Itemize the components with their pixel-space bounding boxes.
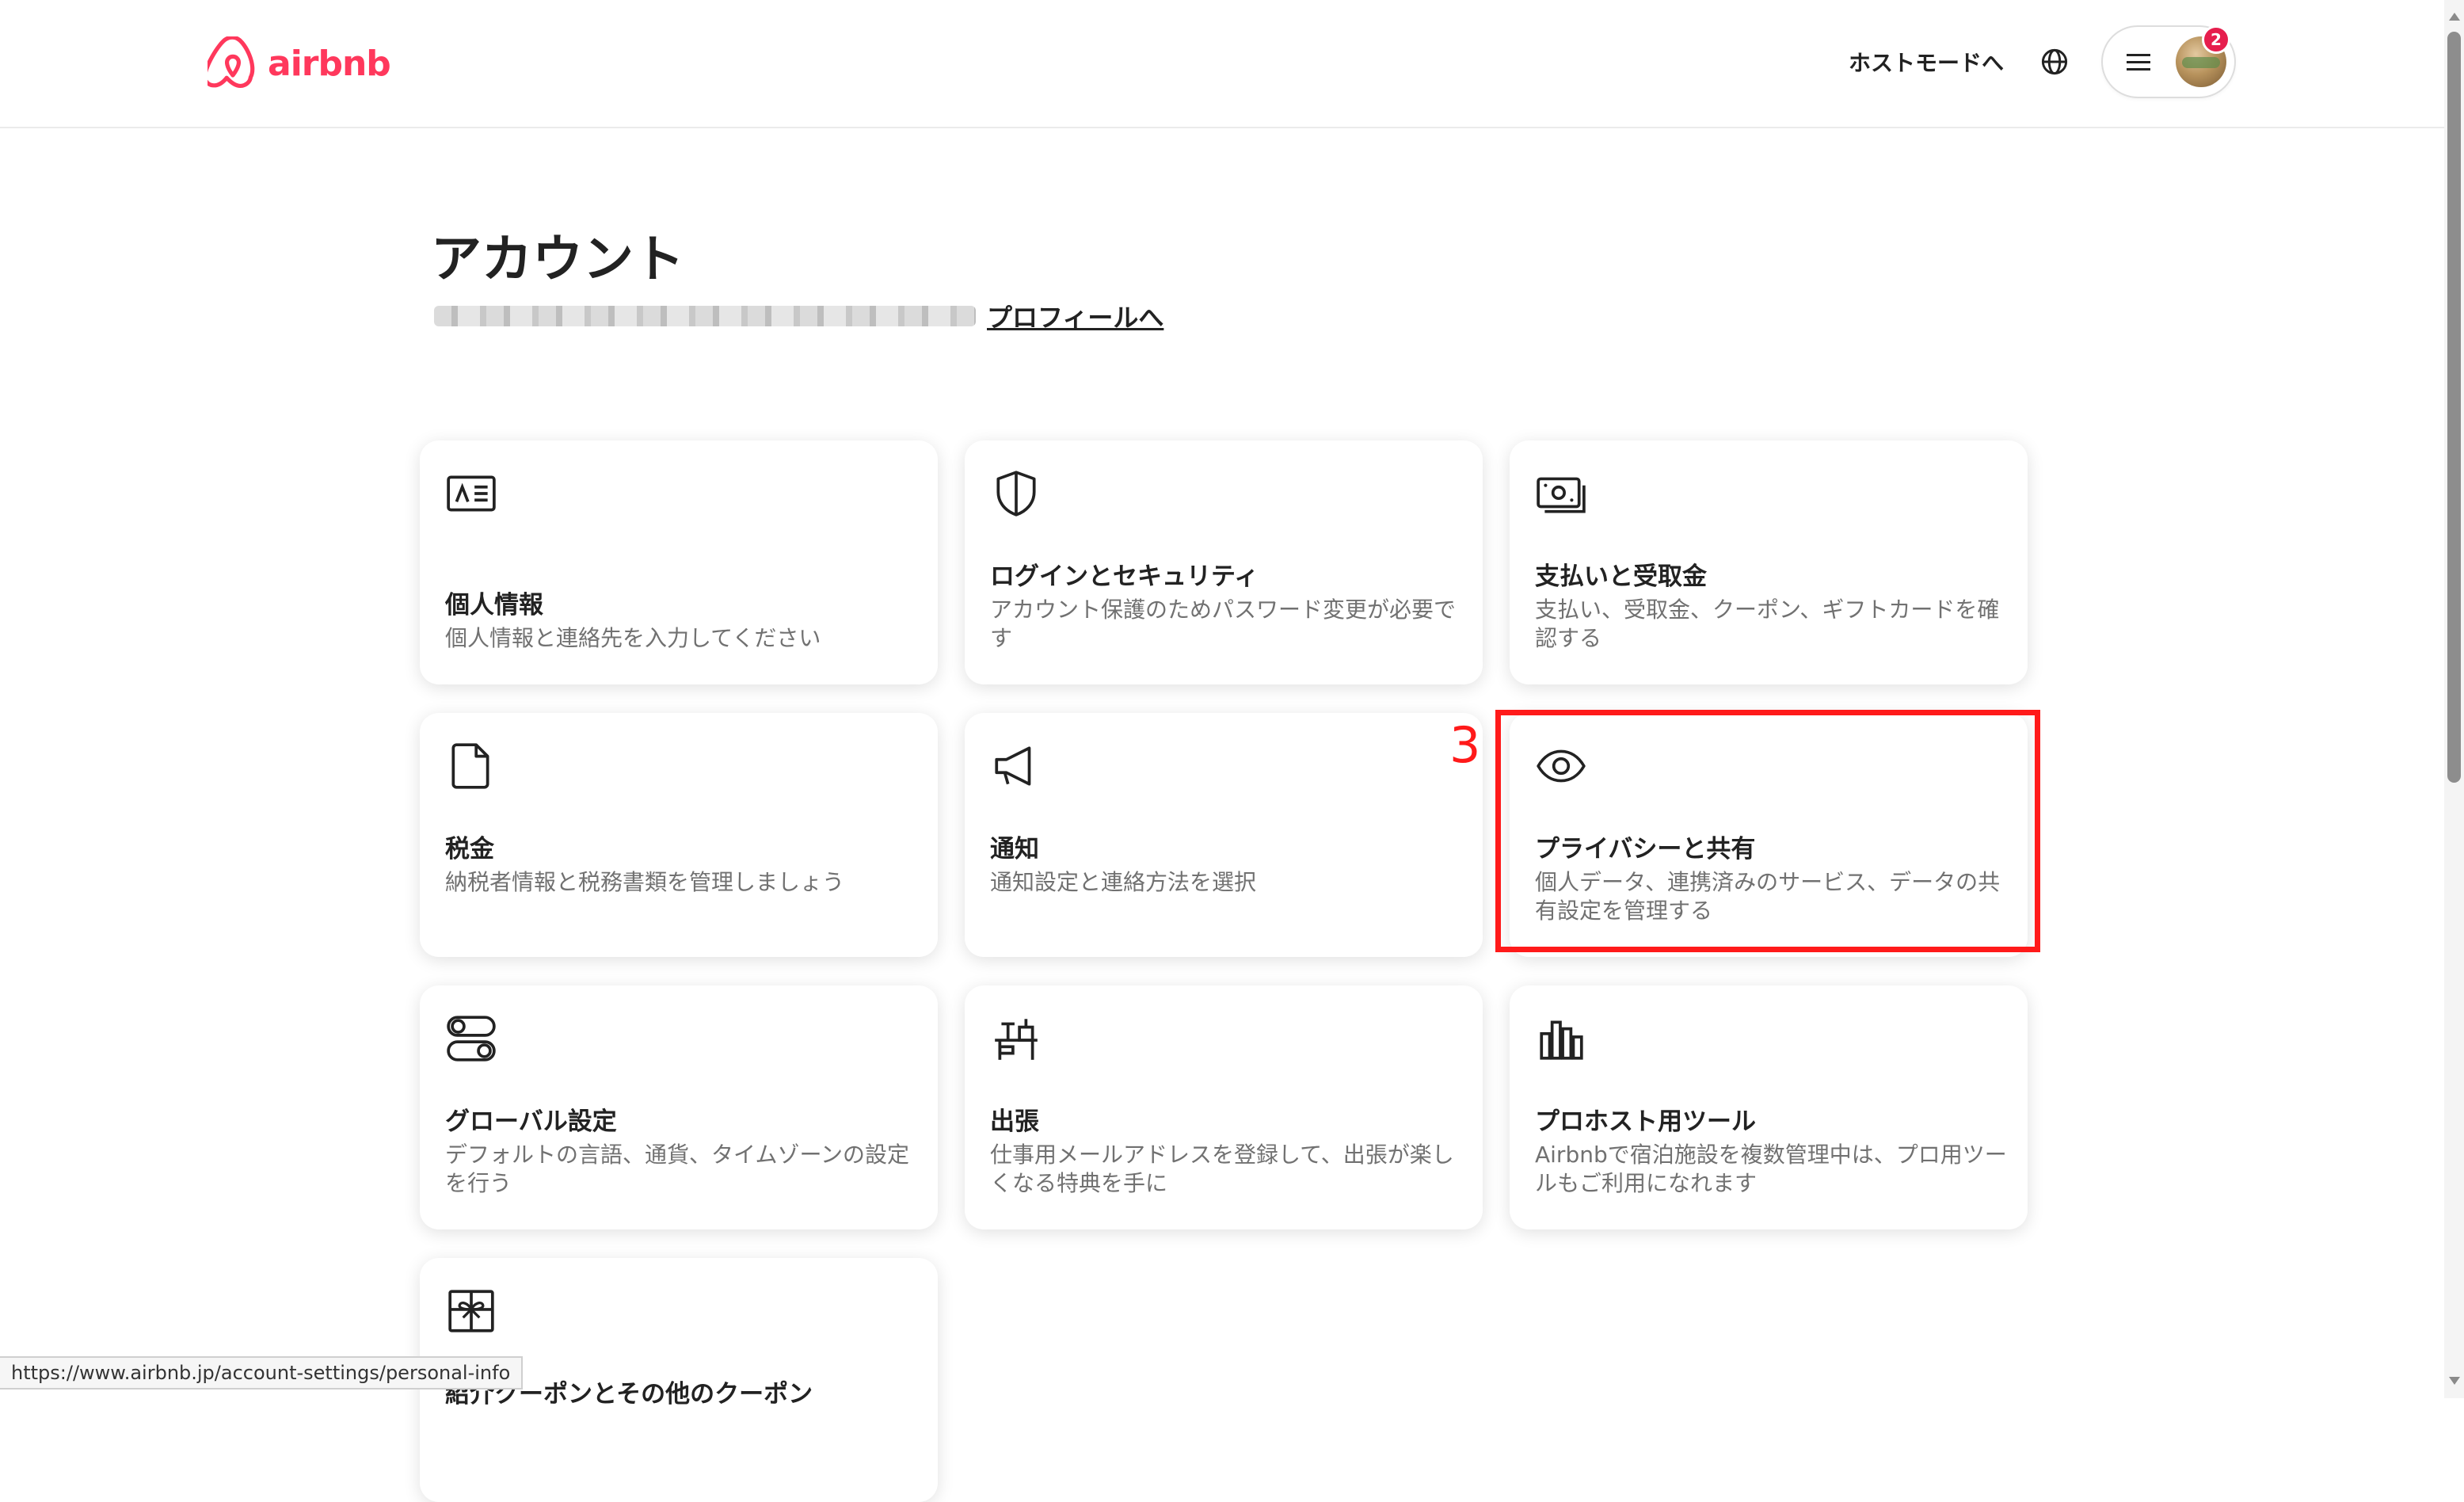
card-title: 支払いと受取金 — [1535, 562, 1707, 591]
card-title: 出張 — [990, 1107, 1039, 1136]
scroll-up-arrow-icon[interactable] — [2449, 13, 2460, 21]
desk-icon — [990, 1012, 1042, 1065]
page: airbnb ホストモードへ 2 アカウント プロフィールへ 個人情報 個人情報… — [0, 0, 2444, 1502]
card-title: プライバシーと共有 — [1535, 835, 1756, 863]
account-info: プロフィールへ — [434, 298, 1163, 334]
card-business-travel[interactable]: 出張 仕事用メールアドレスを登録して、出張が楽しくなる特典を手に — [965, 985, 1483, 1229]
notification-badge: 2 — [2202, 25, 2230, 54]
document-icon — [445, 740, 497, 792]
card-description: 仕事用メールアドレスを登録して、出張が楽しくなる特典を手に — [990, 1142, 1454, 1196]
card-description: 納税者情報と税務書類を管理しましょう — [445, 869, 845, 895]
megaphone-icon — [990, 740, 1042, 792]
avatar-image-detail — [2182, 57, 2220, 68]
host-mode-link[interactable]: ホストモードへ — [1849, 46, 2004, 78]
bar-chart-icon — [1535, 1012, 1587, 1065]
card-title: 税金 — [445, 835, 494, 863]
id-card-icon — [445, 467, 497, 520]
card-description: 個人データ、連携済みのサービス、データの共有設定を管理する — [1535, 869, 2001, 924]
scroll-thumb[interactable] — [2447, 32, 2461, 783]
card-description: 支払い、受取金、クーポン、ギフトカードを確認する — [1535, 597, 2000, 651]
airbnb-logo[interactable]: airbnb — [208, 36, 391, 90]
card-title: グローバル設定 — [445, 1107, 617, 1136]
top-header: airbnb ホストモードへ 2 — [0, 0, 2444, 128]
card-description: Airbnbで宿泊施設を複数管理中は、プロ用ツールもご利用になれます — [1535, 1142, 2007, 1196]
shield-icon — [990, 467, 1042, 520]
card-title: 通知 — [990, 835, 1039, 863]
money-icon — [1535, 467, 1587, 520]
card-description: アカウント保護のためパスワード変更が必要です — [990, 597, 1457, 651]
card-title: プロホスト用ツール — [1535, 1107, 1756, 1136]
step-number-label: 3 — [1449, 716, 1481, 774]
card-privacy-sharing[interactable]: プライバシーと共有 個人データ、連携済みのサービス、データの共有設定を管理する — [1510, 713, 2028, 957]
page-title: アカウント — [431, 231, 684, 289]
hamburger-menu-icon — [2127, 54, 2150, 71]
status-bar-url: https://www.airbnb.jp/account-settings/p… — [0, 1356, 524, 1390]
card-description: 個人情報と連絡先を入力してください — [445, 625, 821, 651]
card-description: デフォルトの言語、通貨、タイムゾーンの設定を行う — [445, 1142, 910, 1196]
card-taxes[interactable]: 税金 納税者情報と税務書類を管理しましょう — [420, 713, 938, 957]
card-title: ログインとセキュリティ — [990, 562, 1259, 591]
card-description: 通知設定と連絡方法を選択 — [990, 869, 1257, 895]
gift-icon — [445, 1285, 497, 1337]
card-global-settings[interactable]: グローバル設定 デフォルトの言語、通貨、タイムゾーンの設定を行う — [420, 985, 938, 1229]
card-payments[interactable]: 支払いと受取金 支払い、受取金、クーポン、ギフトカードを確認する — [1510, 440, 2028, 684]
logo-text: airbnb — [268, 43, 391, 84]
scroll-down-arrow-icon[interactable] — [2449, 1377, 2460, 1385]
toggles-icon — [445, 1012, 497, 1065]
card-title: 個人情報 — [445, 591, 543, 619]
blurred-account-details — [434, 306, 976, 326]
airbnb-logo-icon — [208, 36, 255, 89]
card-notifications[interactable]: 通知 通知設定と連絡方法を選択 — [965, 713, 1483, 957]
globe-icon[interactable] — [2040, 48, 2069, 76]
profile-link[interactable]: プロフィールへ — [987, 298, 1163, 334]
card-personal-info[interactable]: 個人情報 個人情報と連絡先を入力してください — [420, 440, 938, 684]
vertical-scrollbar[interactable] — [2444, 0, 2464, 1398]
eye-icon — [1535, 740, 1587, 792]
card-login-security[interactable]: ログインとセキュリティ アカウント保護のためパスワード変更が必要です — [965, 440, 1483, 684]
card-pro-host-tools[interactable]: プロホスト用ツール Airbnbで宿泊施設を複数管理中は、プロ用ツールもご利用に… — [1510, 985, 2028, 1229]
